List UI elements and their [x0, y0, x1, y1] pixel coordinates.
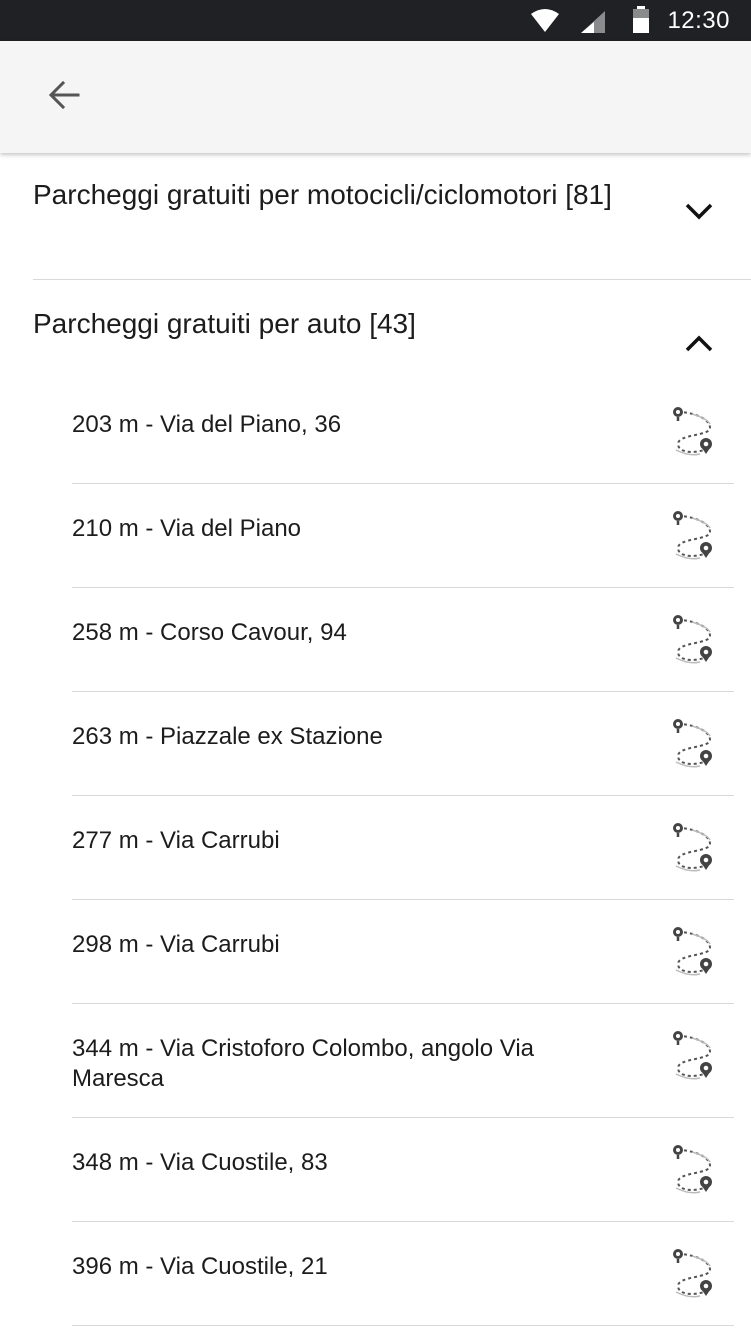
cellular-signal-icon [580, 10, 606, 39]
wifi-icon [530, 8, 560, 39]
item-divider [72, 1325, 734, 1326]
chevron-up-icon[interactable] [680, 325, 718, 363]
section-header-motorcycles[interactable]: Parcheggi gratuiti per motocicli/ciclomo… [0, 153, 751, 279]
battery-icon [632, 6, 650, 39]
route-icon [670, 1030, 716, 1087]
route-button[interactable] [665, 820, 721, 880]
route-button[interactable] [665, 716, 721, 776]
parking-item-label: 210 m - Via del Piano [72, 515, 302, 542]
parking-item-label: 263 m - Piazzale ex Stazione [72, 723, 383, 750]
arrow-left-icon [46, 77, 82, 118]
parking-item-label: 348 m - Via Cuostile, 83 [72, 1149, 328, 1176]
route-icon [670, 614, 716, 671]
parking-item[interactable]: 210 m - Via del Piano [0, 484, 751, 588]
parking-item[interactable]: 344 m - Via Cristoforo Colombo, angolo V… [0, 1004, 751, 1118]
parking-item-label: 298 m - Via Carrubi [72, 931, 280, 958]
parking-item[interactable]: 277 m - Via Carrubi [0, 796, 751, 900]
status-bar: 12:30 [0, 0, 751, 41]
route-button[interactable] [665, 1142, 721, 1202]
route-icon [670, 406, 716, 463]
parking-item-label: 258 m - Corso Cavour, 94 [72, 619, 347, 646]
parking-item-label: 396 m - Via Cuostile, 21 [72, 1253, 328, 1280]
parking-item-label: 277 m - Via Carrubi [72, 827, 280, 854]
parking-item[interactable]: 263 m - Piazzale ex Stazione [0, 692, 751, 796]
route-button[interactable] [665, 924, 721, 984]
route-button[interactable] [665, 508, 721, 568]
parking-item[interactable]: 348 m - Via Cuostile, 83 [0, 1118, 751, 1222]
route-icon [670, 1248, 716, 1305]
app-bar [0, 41, 751, 153]
parking-item-label: 344 m - Via Cristoforo Colombo, angolo V… [72, 1035, 535, 1092]
parking-item-label: 203 m - Via del Piano, 36 [72, 411, 342, 438]
route-icon [670, 510, 716, 567]
section-header-cars[interactable]: Parcheggi gratuiti per auto [43] [0, 280, 751, 380]
route-button[interactable] [665, 404, 721, 464]
route-button[interactable] [665, 1028, 721, 1088]
route-button[interactable] [665, 612, 721, 672]
status-time: 12:30 [667, 7, 730, 34]
parking-item[interactable]: 298 m - Via Carrubi [0, 900, 751, 1004]
route-icon [670, 926, 716, 983]
route-button[interactable] [665, 1246, 721, 1306]
parking-item[interactable]: 203 m - Via del Piano, 36 [0, 380, 751, 484]
parking-list: Parcheggi gratuiti per motocicli/ciclomo… [0, 153, 751, 1335]
route-icon [670, 822, 716, 879]
section-title: Parcheggi gratuiti per motocicli/ciclomo… [33, 179, 612, 210]
section-title: Parcheggi gratuiti per auto [43] [33, 308, 416, 339]
parking-item[interactable]: 258 m - Corso Cavour, 94 [0, 588, 751, 692]
parking-item[interactable]: 396 m - Via Cuostile, 21 [0, 1222, 751, 1326]
route-icon [670, 1144, 716, 1201]
chevron-down-icon[interactable] [680, 192, 718, 230]
back-button[interactable] [34, 69, 94, 125]
route-icon [670, 718, 716, 775]
